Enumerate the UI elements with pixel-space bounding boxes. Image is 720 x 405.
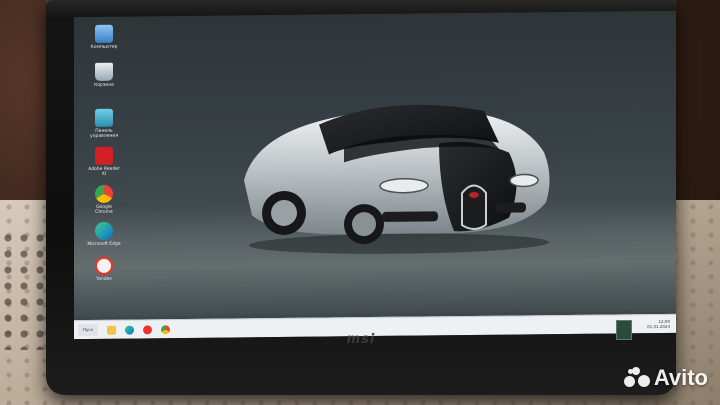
desktop-icon-control-panel[interactable]: Панель управления (78, 108, 130, 140)
avito-watermark-text: Avito (653, 365, 708, 390)
desktop-icon-label: Панель управления (89, 128, 119, 139)
desktop-icon-label: Adobe Reader XI (88, 166, 120, 177)
avito-logo-icon (623, 367, 650, 389)
desktop-icon-label: Yandex (96, 276, 112, 282)
recycle-bin-icon (95, 62, 113, 81)
desktop-icon-adobe-reader[interactable]: Adobe Reader XI (78, 146, 130, 178)
desktop-icon-label: Microsoft Edge (87, 241, 121, 248)
car-wallpaper (244, 104, 550, 254)
desktop-screen: Компьютер Корзина Панель управления Adob… (74, 10, 676, 340)
edge-icon[interactable] (125, 325, 134, 335)
desktop-icon-edge[interactable]: Microsoft Edge (78, 221, 130, 248)
desktop-icon-computer[interactable]: Компьютер (78, 24, 130, 51)
monitor-brand-logo: msi (346, 332, 376, 347)
chrome-icon (95, 184, 113, 203)
system-tray-clock[interactable]: 12:00 01.01.2024 (647, 319, 670, 329)
desktop-icon-yandex[interactable]: Yandex (78, 256, 130, 283)
monitor: Компьютер Корзина Панель управления Adob… (46, 0, 676, 395)
desktop-icon-label: Корзина (94, 82, 114, 88)
desktop-icon-chrome[interactable]: Google Chrome (78, 184, 130, 216)
desktop-icons: Компьютер Корзина Панель управления Adob… (74, 17, 134, 282)
desktop-icon-recycle-bin[interactable]: Корзина (78, 62, 130, 89)
monitor-sticker (616, 320, 632, 340)
yandex-icon[interactable] (143, 324, 152, 334)
edge-icon (95, 221, 113, 240)
control-panel-icon (95, 108, 113, 127)
start-button[interactable]: Пуск (78, 323, 98, 337)
desktop-icon-label: Google Chrome (95, 204, 113, 215)
tray-date: 01.01.2024 (647, 323, 670, 330)
file-explorer-icon[interactable] (107, 325, 116, 335)
yandex-icon (95, 256, 113, 275)
adobe-reader-icon (95, 146, 113, 165)
chrome-icon[interactable] (161, 324, 170, 334)
avito-watermark: Avito (623, 365, 708, 391)
computer-icon (95, 24, 113, 43)
desktop-icon-label: Компьютер (90, 44, 118, 50)
